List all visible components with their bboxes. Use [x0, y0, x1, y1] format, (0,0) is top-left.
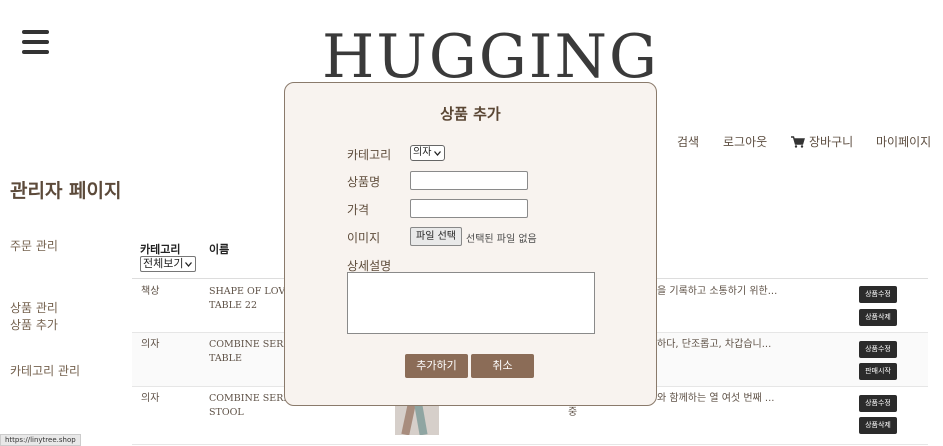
category-filter-select[interactable]: 전체보기 — [140, 256, 196, 272]
image-label: 이미지 — [347, 231, 381, 245]
add-submit-button[interactable]: 추가하기 — [405, 354, 468, 378]
nav-cart-label: 장바구니 — [809, 135, 854, 149]
page-title: 관리자 페이지 — [10, 180, 122, 202]
detail-textarea[interactable] — [347, 272, 595, 334]
cancel-button[interactable]: 취소 — [471, 354, 534, 378]
nav-logout[interactable]: 로그아웃 — [723, 133, 767, 150]
row-category: 의자 — [141, 393, 160, 404]
nav-mypage[interactable]: 마이페이지 — [876, 133, 931, 150]
shopping-cart-icon — [791, 136, 805, 148]
sidebar-item-categories[interactable]: 카테고리 관리 — [10, 362, 80, 379]
product-name-label: 상품명 — [347, 175, 381, 189]
sidebar-item-orders[interactable]: 주문 관리 — [10, 237, 58, 254]
row-description: 을 기록하고 소통하기 위한... — [657, 286, 778, 297]
row-description: 하다, 단조롭고, 차갑습니... — [657, 339, 772, 350]
chevron-down-icon — [434, 151, 441, 156]
file-status-text: 선택된 파일 없음 — [466, 234, 537, 245]
start-sale-button[interactable]: 판매시작 — [859, 363, 897, 380]
row-name-line2: TABLE — [209, 353, 242, 364]
row-name-line2: TABLE 22 — [209, 300, 258, 311]
edit-product-button[interactable]: 상품수정 — [859, 341, 897, 358]
category-select-value: 의자 — [413, 147, 432, 158]
edit-product-button[interactable]: 상품수정 — [859, 286, 897, 303]
row-name-line1: COMBINE SERIE — [209, 339, 295, 350]
category-label: 카테고리 — [347, 148, 392, 162]
row-category: 의자 — [141, 339, 160, 350]
product-name-input[interactable] — [410, 171, 528, 190]
category-filter-value: 전체보기 — [143, 257, 184, 270]
header-name: 이름 — [209, 243, 230, 256]
delete-product-button[interactable]: 상품삭제 — [859, 417, 897, 434]
price-input[interactable] — [410, 199, 528, 218]
sidebar-item-products[interactable]: 상품 관리 — [10, 299, 58, 316]
sidebar-item-add-product[interactable]: 상품 추가 — [10, 316, 58, 333]
hamburger-menu-icon[interactable] — [22, 30, 49, 54]
row-name-line1: COMBINE SERIE — [209, 393, 295, 404]
price-label: 가격 — [347, 203, 370, 217]
row-name-line1: SHAPE OF LOVE — [209, 286, 293, 297]
delete-product-button[interactable]: 상품삭제 — [859, 309, 897, 326]
row-category: 책상 — [141, 286, 160, 297]
row-description: 와 함께하는 열 여섯 번째 ... — [657, 393, 775, 404]
category-select[interactable]: 의자 — [410, 145, 445, 161]
nav-cart[interactable]: 장바구니 — [791, 133, 853, 150]
modal-title: 상품 추가 — [440, 105, 501, 123]
add-product-modal: 상품 추가 카테고리 의자 상품명 가격 이미지 파일 선택 선택된 파일 없음… — [284, 82, 657, 406]
nav-search[interactable]: 검색 — [677, 133, 699, 150]
row-name-line2: STOOL — [209, 407, 244, 418]
status-bar-url: https://linytree.shop — [0, 434, 81, 446]
choose-file-button[interactable]: 파일 선택 — [410, 227, 462, 246]
chevron-down-icon — [185, 262, 192, 267]
edit-product-button[interactable]: 상품수정 — [859, 395, 897, 412]
header-category: 카테고리 — [140, 243, 181, 256]
row-status: 중 — [568, 407, 578, 418]
